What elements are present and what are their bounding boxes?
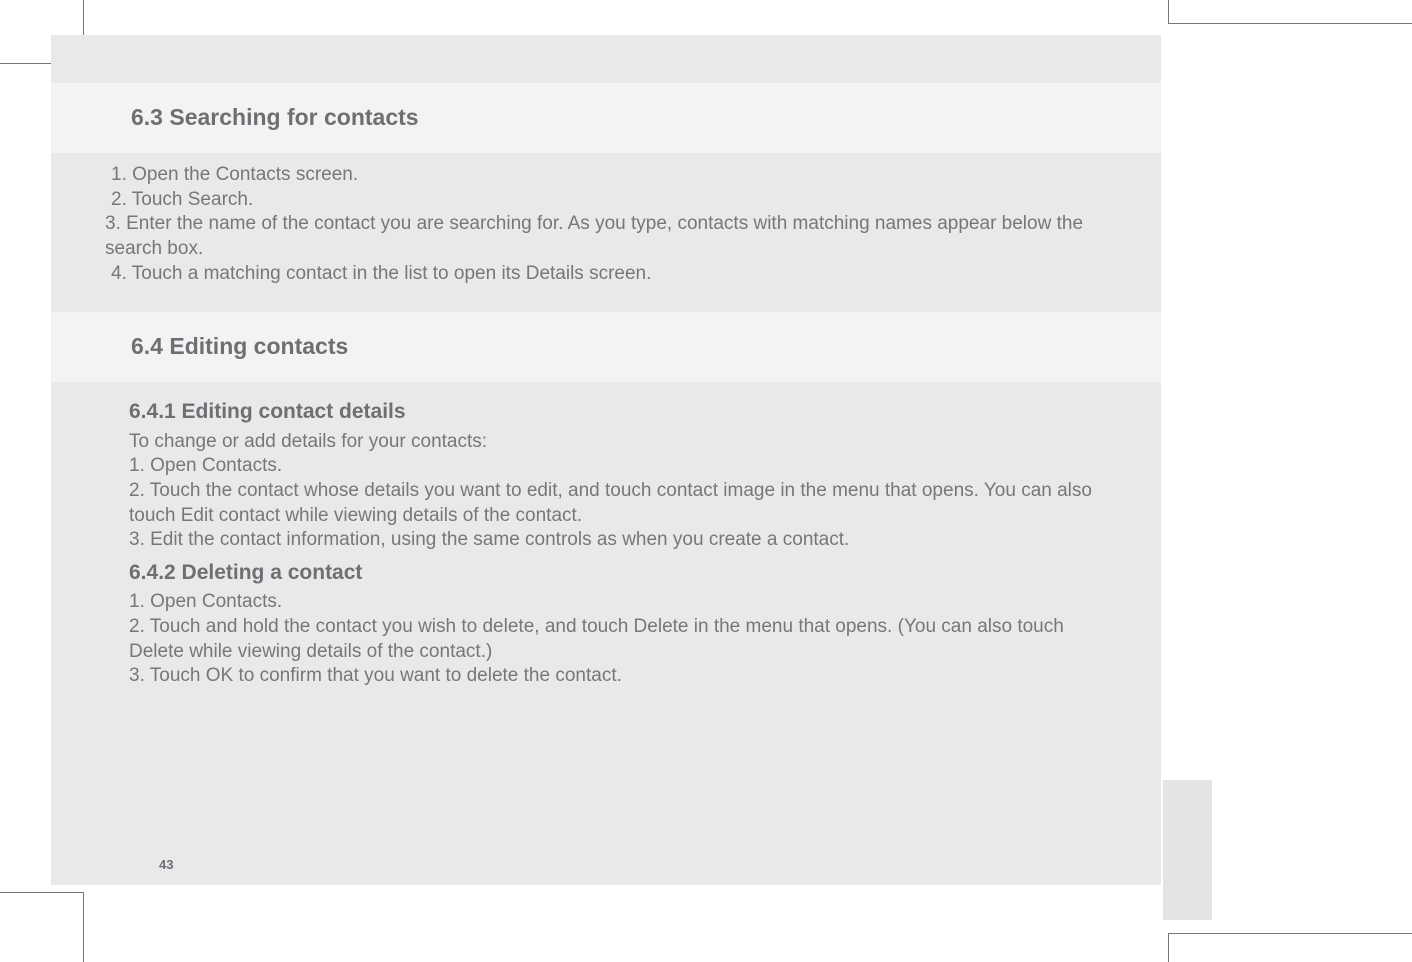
document-page: 6.3 Searching for contacts 1. Open the C… xyxy=(51,35,1161,885)
step-text: 2. Touch and hold the contact you wish t… xyxy=(129,615,1107,664)
section-heading-6-4: 6.4 Editing contacts xyxy=(51,312,1161,382)
crop-mark xyxy=(1168,0,1169,23)
crop-mark xyxy=(1168,23,1412,24)
crop-mark xyxy=(0,892,83,893)
page-tab xyxy=(1163,780,1212,920)
subsection-heading-6-4-1: 6.4.1 Editing contact details xyxy=(129,398,1107,425)
crop-mark xyxy=(1168,933,1169,962)
section-body-6-4: 6.4.1 Editing contact details To change … xyxy=(51,382,1161,699)
section-body-6-3: 1. Open the Contacts screen. 2. Touch Se… xyxy=(51,153,1161,306)
page-number: 43 xyxy=(159,857,173,874)
step-text: 2. Touch the contact whose details you w… xyxy=(129,479,1107,528)
crop-mark xyxy=(83,892,84,962)
step-text: 1. Open Contacts. xyxy=(129,454,1107,479)
subsection-heading-6-4-2: 6.4.2 Deleting a contact xyxy=(129,559,1107,586)
step-text: 1. Open Contacts. xyxy=(129,590,1107,615)
intro-text: To change or add details for your contac… xyxy=(129,430,1107,455)
step-text: 3. Edit the contact information, using t… xyxy=(129,528,1107,553)
step-text: 3. Enter the name of the contact you are… xyxy=(105,212,1101,261)
section-heading-6-3: 6.3 Searching for contacts xyxy=(51,83,1161,153)
step-text: 3. Touch OK to confirm that you want to … xyxy=(129,664,1107,689)
step-text: 2. Touch Search. xyxy=(105,188,1101,213)
crop-mark xyxy=(1168,933,1412,934)
step-text: 1. Open the Contacts screen. xyxy=(105,163,1101,188)
step-text: 4. Touch a matching contact in the list … xyxy=(105,262,1101,287)
page-content: 6.3 Searching for contacts 1. Open the C… xyxy=(51,35,1161,699)
